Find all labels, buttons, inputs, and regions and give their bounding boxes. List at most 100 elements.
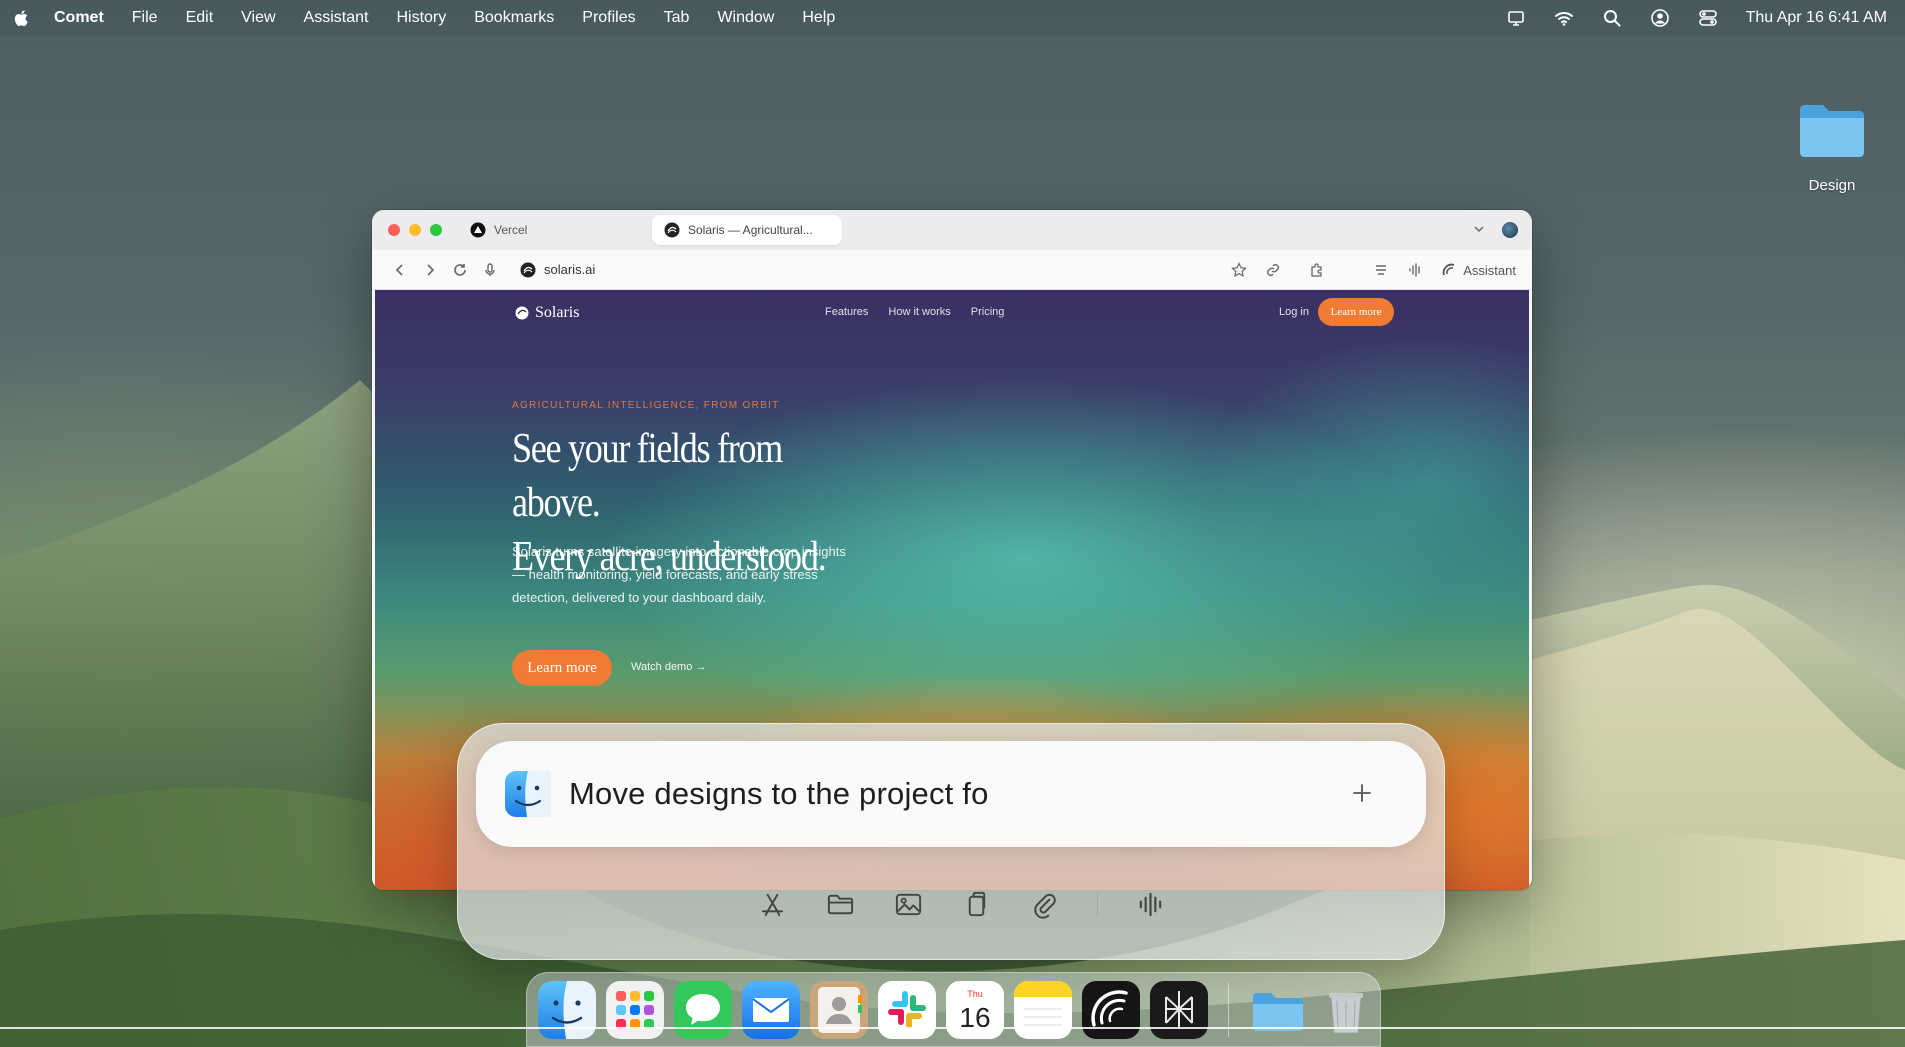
voice-icon[interactable]	[1135, 889, 1166, 920]
solaris-logo-icon	[515, 306, 529, 320]
clipboard-icon[interactable]	[961, 889, 992, 920]
browser-toolbar: solaris.ai Assistant	[372, 250, 1532, 290]
close-window-button[interactable]	[388, 224, 400, 236]
dock-perplexity[interactable]	[1150, 980, 1208, 1039]
reader-icon[interactable]	[1373, 262, 1389, 278]
menu-window[interactable]: Window	[717, 9, 774, 27]
user-icon[interactable]	[1650, 8, 1670, 28]
calendar-day: Thu	[967, 989, 983, 999]
hero-eyebrow: AGRICULTURAL INTELLIGENCE, FROM ORBIT	[512, 400, 780, 411]
paperclip-icon[interactable]	[1029, 889, 1060, 920]
menu-app-name[interactable]: Comet	[54, 9, 104, 27]
chevron-down-icon[interactable]	[1472, 222, 1486, 236]
tab-vercel[interactable]: Vercel	[458, 215, 539, 245]
finder-icon	[538, 980, 596, 1039]
voice-icon[interactable]	[1407, 262, 1423, 278]
menu-bookmarks[interactable]: Bookmarks	[474, 9, 554, 27]
microphone-icon[interactable]	[482, 262, 498, 278]
watch-demo-link[interactable]: Watch demo →	[631, 661, 706, 673]
nav-link-features[interactable]: Features	[825, 306, 868, 318]
dock-messages[interactable]	[674, 980, 732, 1039]
search-icon[interactable]	[1602, 8, 1622, 28]
dock-slack[interactable]	[878, 980, 936, 1039]
mail-icon	[742, 980, 800, 1039]
nav-link-pricing[interactable]: Pricing	[971, 306, 1005, 318]
plus-icon[interactable]	[1350, 781, 1374, 805]
finder-icon	[505, 771, 551, 817]
launchpad-icon	[606, 980, 664, 1039]
nav-learn-more-button[interactable]: Learn more	[1318, 298, 1394, 326]
dock-calendar[interactable]: Thu 16	[946, 980, 1004, 1039]
desktop-folder-design[interactable]: Design	[1790, 100, 1874, 194]
perplexity-icon	[1150, 980, 1208, 1039]
actions-divider	[1097, 892, 1098, 917]
menu-view[interactable]: View	[241, 9, 275, 27]
nav-link-how-it-works[interactable]: How it works	[888, 306, 950, 318]
hero-subtitle: Solaris turns satellite imagery into act…	[512, 544, 846, 605]
comet-logo-icon	[1082, 980, 1140, 1039]
hero-title-line-1: See your fields from above.	[512, 426, 783, 526]
address-bar[interactable]: solaris.ai	[520, 262, 595, 278]
login-link[interactable]: Log in	[1279, 306, 1309, 318]
forward-icon[interactable]	[422, 262, 438, 278]
reload-icon[interactable]	[452, 262, 468, 278]
menu-help[interactable]: Help	[802, 9, 835, 27]
site-navigation: Solaris Features How it works Pricing Lo…	[375, 290, 1529, 334]
messages-icon	[674, 980, 732, 1039]
menu-assistant[interactable]: Assistant	[304, 9, 369, 27]
dock-mail[interactable]	[742, 980, 800, 1039]
zoom-window-button[interactable]	[430, 224, 442, 236]
extension-icon[interactable]	[1309, 262, 1325, 278]
dock-launchpad[interactable]	[606, 980, 664, 1039]
folder-icon	[1253, 992, 1303, 1031]
tab-title: Solaris — Agricultural...	[688, 223, 813, 237]
dock-trash[interactable]	[1317, 981, 1375, 1039]
desktop-folder-label: Design	[1808, 177, 1856, 194]
link-icon[interactable]	[1265, 262, 1281, 278]
contacts-icon	[810, 980, 868, 1039]
dock-comet[interactable]	[1082, 980, 1140, 1039]
site-logo-text: Solaris	[535, 304, 580, 321]
trash-icon	[1329, 992, 1363, 1033]
window-controls	[388, 224, 442, 236]
site-logo[interactable]: Solaris	[515, 304, 579, 322]
calendar-icon: Thu 16	[946, 980, 1004, 1039]
assistant-query-text: Move designs to the project fo	[569, 776, 989, 811]
menu-file[interactable]: File	[132, 9, 158, 27]
slack-icon	[878, 980, 936, 1039]
apple-logo-icon[interactable]	[12, 8, 32, 28]
back-icon[interactable]	[392, 262, 408, 278]
profile-avatar[interactable]	[1502, 222, 1518, 238]
hero-learn-more-button[interactable]: Learn more	[512, 650, 612, 686]
dock: Thu 16	[526, 972, 1381, 1047]
tab-solaris[interactable]: Solaris — Agricultural...	[652, 215, 842, 245]
display-icon[interactable]	[1506, 8, 1526, 28]
control-center-icon[interactable]	[1698, 8, 1718, 28]
assistant-button[interactable]: Assistant	[1441, 262, 1516, 278]
vercel-logo-icon	[470, 222, 486, 238]
star-icon[interactable]	[1231, 262, 1248, 278]
notes-icon	[1014, 980, 1072, 1039]
image-icon[interactable]	[893, 889, 924, 920]
wifi-icon[interactable]	[1554, 8, 1574, 28]
menubar-clock[interactable]: Thu Apr 16 6:41 AM	[1746, 9, 1887, 27]
menu-tab[interactable]: Tab	[664, 9, 690, 27]
dock-notes[interactable]	[1014, 980, 1072, 1039]
menu-bar: Comet File Edit View Assistant History B…	[0, 0, 1905, 36]
folder-icon[interactable]	[825, 889, 856, 920]
assistant-actions	[757, 889, 1166, 920]
dock-contacts[interactable]	[810, 980, 868, 1039]
menu-edit[interactable]: Edit	[186, 9, 214, 27]
address-url: solaris.ai	[544, 262, 596, 277]
tab-title: Vercel	[494, 223, 528, 237]
menu-history[interactable]: History	[396, 9, 446, 27]
minimize-window-button[interactable]	[409, 224, 421, 236]
dock-downloads[interactable]	[1249, 981, 1307, 1039]
dock-finder[interactable]	[538, 980, 596, 1039]
tab-bar: Vercel Solaris — Agricultural...	[372, 210, 1532, 250]
app-store-icon[interactable]	[757, 889, 788, 920]
menu-profiles[interactable]: Profiles	[582, 9, 635, 27]
solaris-logo-icon	[520, 262, 536, 277]
assistant-input-field[interactable]: Move designs to the project fo	[476, 741, 1426, 847]
solaris-logo-icon	[664, 222, 680, 238]
